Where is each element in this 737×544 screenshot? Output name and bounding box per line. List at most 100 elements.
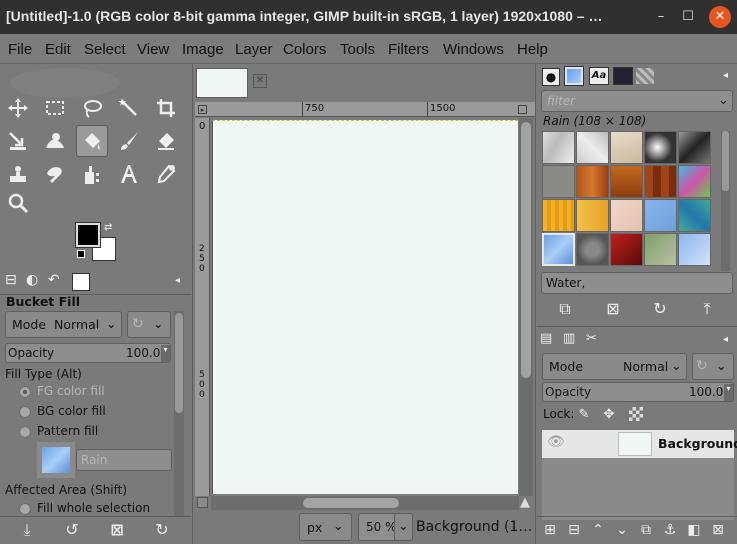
pattern-name-field[interactable]: Rain	[76, 449, 172, 471]
lasso-tool-icon[interactable]	[76, 92, 108, 124]
menu-view[interactable]: View	[137, 41, 169, 58]
pattern-gravel[interactable]	[542, 165, 575, 198]
pattern-pine[interactable]	[542, 199, 575, 232]
open-pattern-icon[interactable]: ⤒	[697, 299, 717, 319]
pattern-name-field[interactable]: Water,	[541, 272, 733, 294]
warp-transform-tool-icon[interactable]	[39, 125, 71, 157]
move-tool-icon[interactable]	[2, 92, 34, 124]
lock-pixels-icon[interactable]: ✎	[575, 405, 593, 425]
close-button[interactable]: ✕	[709, 6, 731, 28]
pattern-rain-selected[interactable]	[542, 233, 575, 266]
eraser-tool-icon[interactable]	[150, 125, 182, 157]
fonts-tab-icon[interactable]: Aa	[589, 67, 609, 85]
canvas-area[interactable]	[211, 118, 519, 496]
tab-menu-icon[interactable]: ◂	[723, 334, 728, 345]
canvas-vertical-scrollbar[interactable]	[519, 118, 533, 496]
raise-layer-icon[interactable]: ⌃	[589, 520, 607, 540]
lock-position-icon[interactable]: ✥	[600, 405, 618, 425]
crop-tool-icon[interactable]	[150, 92, 182, 124]
menu-file[interactable]: File	[8, 41, 32, 58]
maximize-button[interactable]: ☐	[677, 6, 699, 28]
reset-tool-options-icon[interactable]: ↻	[152, 520, 172, 540]
navigate-icon[interactable]: ▲	[520, 495, 530, 510]
pattern-marble[interactable]	[542, 131, 575, 164]
channels-tab-icon[interactable]: ▥	[563, 331, 583, 349]
pattern-pink-marble[interactable]	[610, 199, 643, 232]
image-canvas[interactable]	[212, 120, 518, 494]
pattern-circuit[interactable]	[576, 233, 609, 266]
swap-colors-icon[interactable]: ⇄	[104, 222, 112, 233]
unit-dropdown[interactable]: px ⌄	[299, 513, 352, 541]
pattern-wood-2[interactable]	[610, 165, 643, 198]
pattern-stone[interactable]	[610, 131, 643, 164]
document-history-tab-icon[interactable]	[613, 67, 633, 85]
brushes-tab-icon[interactable]: ●	[542, 68, 560, 86]
zoom-fit-icon[interactable]	[518, 105, 527, 114]
images-tab-icon[interactable]	[72, 273, 90, 291]
lower-layer-icon[interactable]: ⌄	[613, 520, 631, 540]
menu-help[interactable]: Help	[517, 41, 548, 58]
edit-pattern-icon[interactable]: ⧉	[555, 299, 575, 319]
layer-row-background[interactable]: 👁 Background	[542, 430, 737, 458]
menu-colors[interactable]: Colors	[283, 41, 326, 58]
canvas-horizontal-scrollbar[interactable]	[211, 496, 519, 510]
duplicate-layer-icon[interactable]: ⧉	[637, 520, 655, 540]
scrollbar-thumb[interactable]	[722, 131, 729, 191]
smudge-tool-icon[interactable]	[39, 158, 71, 190]
filter-input[interactable]: filter ⌄	[541, 90, 733, 112]
visibility-eye-icon[interactable]: 👁	[547, 434, 565, 450]
layer-opacity-slider[interactable]: Opacity 100.0	[542, 382, 734, 402]
device-status-tab-icon[interactable]: ◐	[26, 272, 44, 290]
image-tab-thumbnail[interactable]	[196, 68, 248, 98]
save-tool-preset-icon[interactable]: ⤓	[17, 520, 37, 540]
zoom-dropdown-button[interactable]: ⌄	[394, 513, 413, 541]
refresh-patterns-icon[interactable]: ↻	[650, 299, 670, 319]
minimize-button[interactable]: –	[650, 6, 672, 28]
restore-tool-preset-icon[interactable]: ↺	[62, 520, 82, 540]
layer-mode-dropdown[interactable]: Mode Normal ⌄	[542, 353, 687, 380]
opacity-slider[interactable]: Opacity 100.0	[5, 343, 171, 363]
clone-tool-icon[interactable]	[2, 158, 34, 190]
pattern-ice[interactable]	[678, 233, 711, 266]
unified-transform-tool-icon[interactable]	[2, 125, 34, 157]
paths-tab-icon[interactable]: ✂	[586, 331, 606, 349]
horizontal-scrollbar-thumb[interactable]	[303, 498, 399, 508]
delete-tool-preset-icon[interactable]: ⊠	[107, 520, 127, 540]
lock-alpha-icon[interactable]	[629, 407, 643, 421]
close-image-tab-icon[interactable]: ✕	[253, 74, 267, 88]
menu-layer[interactable]: Layer	[235, 41, 273, 58]
tool-options-tab-icon[interactable]: ⊟	[5, 272, 23, 290]
pattern-dark-marble[interactable]	[678, 131, 711, 164]
patterns-tab-icon[interactable]	[564, 66, 584, 86]
pattern-preview-button[interactable]	[37, 442, 75, 478]
delete-layer-icon[interactable]: ⊠	[709, 520, 727, 540]
fuzzy-select-tool-icon[interactable]	[113, 92, 145, 124]
patterns-scrollbar[interactable]	[721, 131, 730, 271]
fill-whole-selection-radio[interactable]	[19, 503, 31, 515]
tool-options-scrollbar[interactable]	[174, 311, 184, 516]
menu-image[interactable]: Image	[182, 41, 224, 58]
pattern-blue-grid[interactable]	[644, 199, 677, 232]
default-colors-icon[interactable]	[77, 250, 85, 258]
gradients-tab-icon[interactable]	[636, 68, 654, 84]
layers-tab-icon[interactable]: ▤	[540, 331, 560, 349]
layer-reset-mode-button[interactable]: ↻ ⌄	[692, 353, 734, 380]
fg-fill-radio[interactable]	[19, 386, 31, 398]
paths-tool-icon[interactable]	[76, 158, 108, 190]
opacity-spin-icon[interactable]: ▾	[161, 345, 170, 362]
menu-select[interactable]: Select	[84, 41, 126, 58]
bg-fill-radio[interactable]	[19, 406, 31, 418]
pattern-camouflage[interactable]	[644, 233, 677, 266]
pattern-fill-radio[interactable]	[19, 426, 31, 438]
reset-mode-button[interactable]: ↻ ⌄	[127, 311, 171, 338]
pattern-marble-2[interactable]	[576, 131, 609, 164]
color-picker-tool-icon[interactable]	[150, 158, 182, 190]
menu-windows[interactable]: Windows	[443, 41, 504, 58]
quick-mask-menu-icon[interactable]: ▸	[198, 105, 207, 114]
quick-mask-toggle-icon[interactable]	[197, 497, 208, 508]
new-layer-icon[interactable]: ⊞	[541, 520, 559, 540]
tab-menu-icon[interactable]: ◂	[723, 70, 728, 81]
text-tool-icon[interactable]	[113, 158, 145, 190]
pattern-rainbow[interactable]	[678, 165, 711, 198]
menu-filters[interactable]: Filters	[388, 41, 429, 58]
